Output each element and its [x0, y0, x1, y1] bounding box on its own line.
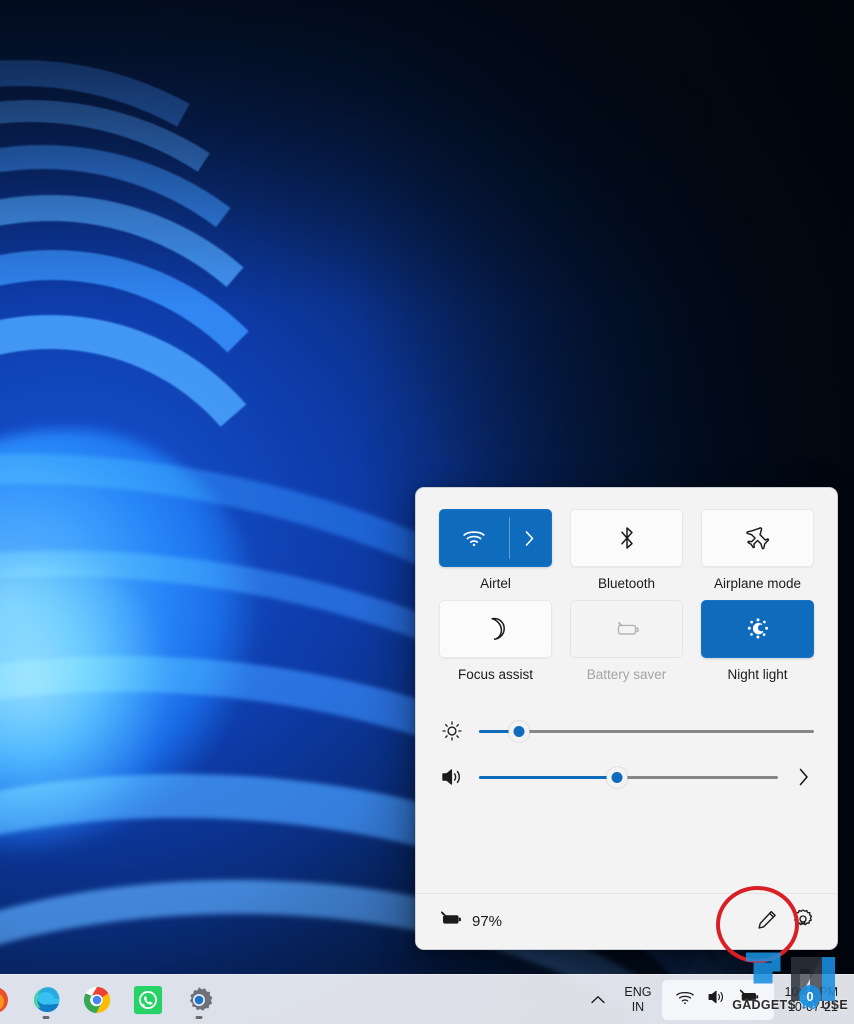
night-light-icon — [745, 616, 771, 642]
quick-settings-panel: Airtel Bluetooth Airplane mode Focus ass… — [415, 487, 838, 950]
running-indicator — [195, 1015, 203, 1019]
pencil-icon — [757, 909, 778, 935]
tile-label-airplane-mode: Airplane mode — [713, 576, 802, 591]
battery-percent-label: 97% — [472, 913, 503, 930]
tray-volume-icon — [706, 988, 727, 1011]
quick-settings-body: Airtel Bluetooth Airplane mode Focus ass… — [416, 488, 837, 893]
tile-split-divider — [508, 517, 510, 559]
tile-cell-night-light: Night light — [701, 599, 814, 683]
edge-icon — [33, 987, 60, 1013]
volume-slider[interactable] — [479, 766, 778, 788]
volume-expand-chevron-right-icon[interactable] — [792, 767, 814, 787]
tray-wifi-icon — [675, 989, 695, 1011]
tile-wifi[interactable] — [439, 509, 552, 567]
airplane-icon — [745, 525, 771, 551]
chevron-right-icon[interactable] — [509, 530, 551, 547]
battery-charging-icon — [439, 910, 464, 933]
tile-cell-focus-assist: Focus assist — [439, 599, 552, 683]
brightness-icon — [439, 720, 465, 742]
tray-language-indicator[interactable]: ENG IN — [615, 980, 660, 1020]
edit-quick-settings-button[interactable] — [749, 906, 785, 938]
volume-slider-thumb[interactable] — [606, 766, 628, 788]
taskbar-app-whatsapp[interactable] — [127, 979, 169, 1021]
tile-label-bluetooth: Bluetooth — [597, 576, 656, 591]
tile-cell-wifi: Airtel — [439, 509, 552, 592]
tile-label-battery-saver: Battery saver — [586, 666, 667, 682]
tray-language-line1: ENG — [624, 984, 652, 999]
brightness-slider-thumb[interactable] — [508, 720, 530, 742]
taskbar-app-buttons — [0, 979, 220, 1021]
battery-saver-icon — [613, 619, 641, 639]
gear-icon — [189, 986, 213, 1011]
slider-row-volume — [439, 754, 814, 800]
tile-cell-battery-saver: Battery saver — [570, 599, 683, 683]
system-tray: ENG IN 10:45 PM 10-07-21 — [583, 979, 854, 1020]
taskbar-app-edge[interactable] — [25, 979, 67, 1021]
taskbar: ENG IN 10:45 PM 10-07-21 — [0, 974, 854, 1024]
quick-settings-sliders — [439, 708, 814, 800]
taskbar-clock[interactable]: 10:45 PM 10-07-21 — [776, 980, 848, 1020]
tray-quick-settings-button[interactable] — [662, 979, 775, 1020]
tile-label-wifi: Airtel — [480, 576, 511, 591]
desktop: Airtel Bluetooth Airplane mode Focus ass… — [0, 0, 854, 1024]
tray-battery-charging-icon — [738, 989, 761, 1010]
quick-settings-footer: 97% — [416, 893, 837, 949]
tile-cell-bluetooth: Bluetooth — [570, 509, 683, 592]
tile-label-focus-assist: Focus assist — [457, 666, 534, 682]
tile-bluetooth[interactable] — [570, 509, 683, 567]
chrome-icon — [83, 986, 111, 1013]
clock-time: 10:45 PM — [784, 984, 838, 999]
volume-icon — [439, 766, 465, 788]
taskbar-app-firefox[interactable] — [0, 979, 16, 1021]
gear-icon — [792, 908, 814, 935]
tile-night-light[interactable] — [701, 599, 814, 658]
firefox-icon — [0, 987, 8, 1012]
whatsapp-icon — [133, 985, 163, 1014]
battery-status: 97% — [439, 910, 503, 933]
brightness-slider[interactable] — [479, 720, 814, 742]
moon-icon — [484, 616, 508, 642]
tile-focus-assist[interactable] — [439, 599, 552, 658]
tile-label-night-light: Night light — [727, 666, 788, 682]
tile-battery-saver[interactable] — [570, 599, 683, 658]
slider-fill — [479, 775, 617, 779]
settings-button[interactable] — [785, 906, 821, 938]
running-indicator — [42, 1015, 50, 1019]
tile-airplane-mode[interactable] — [701, 509, 814, 567]
taskbar-app-settings[interactable] — [178, 979, 220, 1021]
tray-overflow-chevron-up-icon[interactable] — [583, 981, 613, 1019]
bluetooth-icon — [618, 525, 636, 551]
slider-row-brightness — [439, 708, 814, 754]
taskbar-app-chrome[interactable] — [76, 979, 118, 1021]
clock-date: 10-07-21 — [787, 999, 838, 1014]
quick-settings-tiles-grid: Airtel Bluetooth Airplane mode Focus ass… — [439, 509, 814, 682]
wifi-icon — [440, 528, 509, 548]
tray-language-line2: IN — [631, 999, 645, 1014]
tile-cell-airplane-mode: Airplane mode — [701, 509, 814, 592]
